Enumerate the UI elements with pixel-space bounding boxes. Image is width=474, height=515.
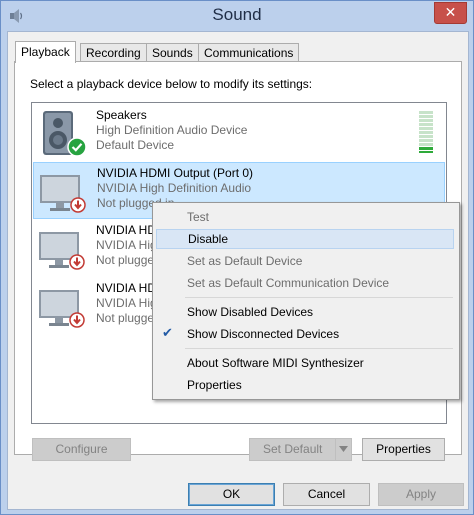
instruction-text: Select a playback device below to modify…: [30, 77, 313, 91]
tab-communications[interactable]: Communications: [198, 43, 300, 62]
device-description: NVIDIA High Definition Audio: [97, 181, 252, 195]
tab-playback[interactable]: Playback: [15, 41, 76, 63]
device-description: High Definition Audio Device: [96, 123, 248, 137]
menu-item-set-default-device[interactable]: Set as Default Device: [156, 251, 454, 271]
menu-separator: [185, 348, 453, 349]
checkmark-icon: ✔: [162, 326, 173, 341]
device-name: NVIDIA HDMI Output (Port 0): [97, 166, 254, 180]
properties-button[interactable]: Properties: [362, 438, 445, 461]
menu-item-disable[interactable]: Disable: [156, 229, 454, 249]
set-default-label: Set Default: [263, 442, 323, 456]
close-button[interactable]: ✕: [434, 2, 467, 24]
menu-item-show-disabled[interactable]: Show Disabled Devices: [156, 302, 454, 322]
tab-recording[interactable]: Recording: [80, 43, 147, 62]
tab-sounds[interactable]: Sounds: [146, 43, 199, 62]
red-down-arrow-icon: [69, 254, 85, 270]
menu-item-test[interactable]: Test: [156, 207, 454, 227]
menu-separator: [185, 297, 453, 298]
volume-level-meter: [419, 111, 433, 153]
set-default-button[interactable]: Set Default: [249, 438, 352, 461]
chevron-down-icon: [339, 446, 348, 452]
green-check-icon: [67, 137, 87, 157]
device-status: Default Device: [96, 138, 175, 152]
menu-item-label: Show Disconnected Devices: [187, 327, 340, 341]
window-title: Sound: [212, 5, 262, 24]
red-down-arrow-icon: [70, 197, 86, 213]
sound-window: Sound ✕ Playback Recording Sounds Commun…: [0, 0, 474, 515]
device-text: Speakers High Definition Audio Device De…: [96, 108, 247, 153]
ok-button[interactable]: OK: [188, 483, 275, 506]
set-default-dropdown[interactable]: [335, 439, 351, 460]
context-menu: Test Disable Set as Default Device Set a…: [152, 202, 460, 400]
menu-item-set-default-communication[interactable]: Set as Default Communication Device: [156, 273, 454, 293]
configure-button[interactable]: Configure: [32, 438, 131, 461]
apply-button[interactable]: Apply: [378, 483, 464, 506]
device-name: Speakers: [96, 108, 147, 122]
menu-item-properties[interactable]: Properties: [156, 375, 454, 395]
cancel-button[interactable]: Cancel: [283, 483, 370, 506]
device-item-speakers[interactable]: Speakers High Definition Audio Device De…: [33, 105, 443, 160]
menu-item-about-midi[interactable]: About Software MIDI Synthesizer: [156, 353, 454, 373]
menu-item-show-disconnected[interactable]: ✔ Show Disconnected Devices: [156, 324, 454, 344]
title-bar[interactable]: Sound ✕: [1, 1, 473, 31]
red-down-arrow-icon: [69, 312, 85, 328]
